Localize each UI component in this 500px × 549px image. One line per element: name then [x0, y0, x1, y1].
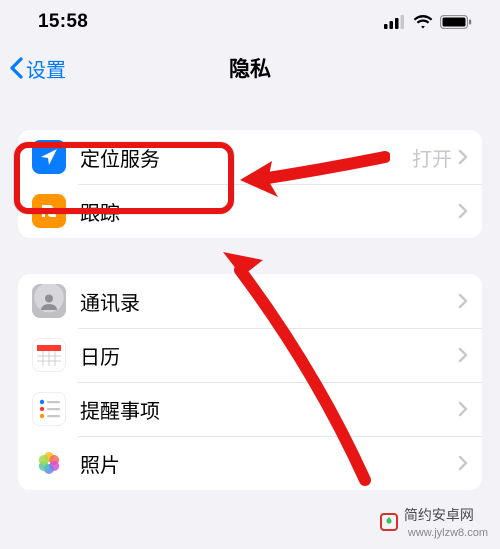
status-bar: 15:58: [0, 0, 500, 44]
row-calendar[interactable]: 日历: [18, 328, 482, 382]
row-location-services[interactable]: 定位服务 打开: [18, 130, 482, 184]
reminders-icon: [32, 392, 66, 426]
wifi-icon: [413, 15, 433, 29]
settings-group-2: 通讯录 日历 提醒事项 照片: [18, 274, 482, 490]
contacts-icon: [32, 284, 66, 318]
back-chevron-icon: [8, 56, 24, 80]
row-contacts[interactable]: 通讯录: [18, 274, 482, 328]
row-photos[interactable]: 照片: [18, 436, 482, 490]
calendar-icon: [32, 338, 66, 372]
watermark-url: www.jylzw8.com: [408, 527, 488, 539]
row-tracking[interactable]: 跟踪: [18, 184, 482, 238]
back-button[interactable]: 设置: [8, 54, 66, 83]
row-label: 照片: [80, 449, 458, 478]
row-reminders[interactable]: 提醒事项: [18, 382, 482, 436]
location-icon: [32, 140, 66, 174]
tracking-icon: [32, 194, 66, 228]
chevron-right-icon: [458, 455, 468, 471]
row-detail: 打开: [412, 143, 452, 172]
page-title: 隐私: [0, 53, 500, 83]
row-label: 定位服务: [80, 143, 412, 172]
status-time: 15:58: [38, 11, 88, 33]
row-label: 提醒事项: [80, 395, 458, 424]
watermark: 简约安卓网 www.jylzw8.com: [380, 505, 488, 539]
cellular-icon: [384, 15, 406, 29]
photos-icon: [32, 446, 66, 480]
battery-icon: [440, 15, 472, 29]
chevron-right-icon: [458, 293, 468, 309]
row-label: 日历: [80, 341, 458, 370]
row-label: 通讯录: [80, 287, 458, 316]
row-label: 跟踪: [80, 197, 458, 226]
settings-group-1: 定位服务 打开 跟踪: [18, 130, 482, 238]
navigation-header: 设置 隐私: [0, 44, 500, 92]
status-right: [384, 15, 472, 29]
chevron-right-icon: [458, 149, 468, 165]
chevron-right-icon: [458, 203, 468, 219]
chevron-right-icon: [458, 401, 468, 417]
watermark-text: 简约安卓网: [404, 505, 488, 525]
watermark-icon: [380, 513, 398, 531]
chevron-right-icon: [458, 347, 468, 363]
back-label: 设置: [26, 54, 66, 83]
